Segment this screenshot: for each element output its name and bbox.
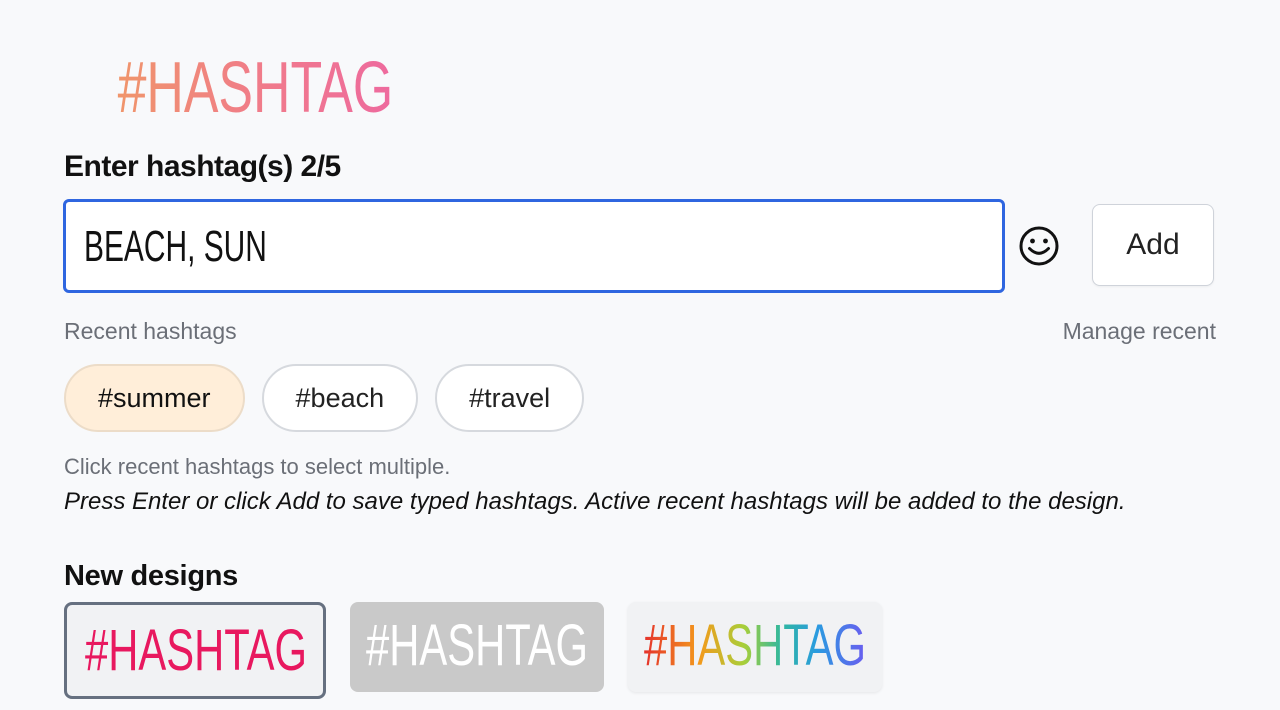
recent-chip-summer[interactable]: #summer xyxy=(64,364,245,432)
design-option-magenta[interactable]: #HASHTAG xyxy=(64,602,326,699)
design-option-text: #HASHTAG xyxy=(644,613,866,678)
design-option-gray[interactable]: #HASHTAG xyxy=(350,602,604,692)
new-designs-heading: New designs xyxy=(64,560,238,592)
help-text-save: Press Enter or click Add to save typed h… xyxy=(64,488,1126,515)
smiley-face-icon xyxy=(1019,226,1059,266)
hashtag-input-label: Enter hashtag(s) 2/5 xyxy=(64,150,341,183)
help-text-select: Click recent hashtags to select multiple… xyxy=(64,454,451,479)
manage-recent-link[interactable]: Manage recent xyxy=(1063,318,1216,345)
hashtag-input-value: BEACH, SUN xyxy=(84,222,267,271)
design-option-rainbow[interactable]: #HASHTAG xyxy=(628,602,882,692)
recent-hashtag-chips: #summer #beach #travel xyxy=(64,364,585,432)
recent-hashtags-label: Recent hashtags xyxy=(64,318,237,344)
emoji-picker-button[interactable] xyxy=(1017,224,1061,268)
recent-chip-beach[interactable]: #beach xyxy=(261,364,419,432)
hashtag-input[interactable]: BEACH, SUN xyxy=(63,199,1005,293)
design-option-text: #HASHTAG xyxy=(85,618,307,683)
add-button[interactable]: Add xyxy=(1092,204,1214,286)
page-title: #HASHTAG xyxy=(117,48,394,128)
recent-chip-travel[interactable]: #travel xyxy=(435,364,585,432)
design-option-text: #HASHTAG xyxy=(366,613,588,678)
